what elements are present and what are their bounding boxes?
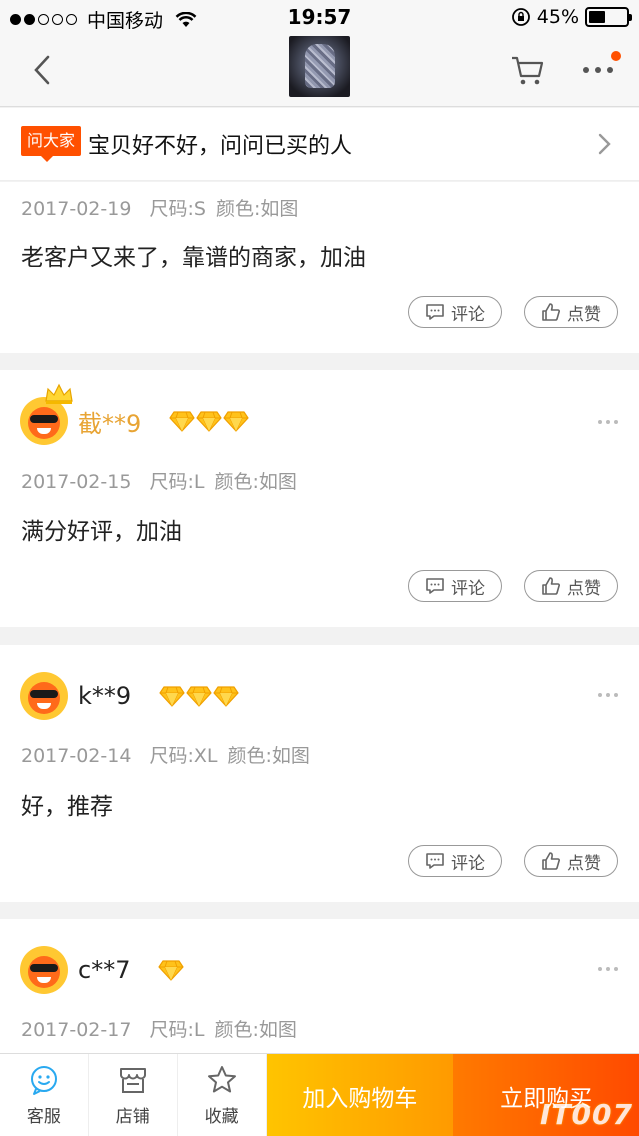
review-actions: 评论 点赞 — [408, 845, 618, 877]
shop-icon — [119, 1068, 146, 1093]
diamond-icon — [159, 686, 185, 707]
credit-diamonds — [158, 959, 185, 981]
favorite-label: 收藏 — [204, 1107, 239, 1127]
battery-icon — [585, 7, 632, 27]
more-icon[interactable] — [597, 691, 619, 699]
review-size: 尺码:L — [149, 1019, 205, 1041]
comment-label: 评论 — [451, 853, 485, 874]
status-bar: 中国移动 19:57 45% — [0, 0, 639, 36]
comment-label: 评论 — [451, 304, 485, 325]
thumbs-up-icon — [542, 577, 560, 595]
thumbs-up-icon — [542, 303, 560, 321]
product-thumbnail[interactable] — [289, 36, 350, 97]
comment-button[interactable]: 评论 — [408, 296, 502, 328]
crown-icon — [45, 383, 73, 404]
add-to-cart-button[interactable]: 加入购物车 — [266, 1054, 454, 1136]
favorite-button[interactable]: 收藏 — [178, 1054, 267, 1136]
cart-icon[interactable] — [510, 52, 546, 88]
like-button[interactable]: 点赞 — [524, 845, 618, 877]
comment-icon — [426, 304, 444, 320]
chat-bubble-icon — [30, 1066, 57, 1095]
review-card: c**7 2017-02-17 尺码:L 颜色:如图 — [0, 919, 639, 1053]
avatar[interactable] — [20, 946, 68, 994]
rotation-lock-icon — [511, 8, 530, 26]
shop-label: 店铺 — [115, 1107, 150, 1127]
diamond-icon — [213, 686, 239, 707]
bottom-action-bar: 客服 店铺 收藏 加入购物车 立即购买 IT007 — [0, 1053, 639, 1136]
review-card: 截**9 2017-02-15 尺码:L 颜色:如图 满分好评，加油 评论 点赞 — [0, 370, 639, 627]
comment-label: 评论 — [451, 578, 485, 599]
comment-button[interactable]: 评论 — [408, 845, 502, 877]
like-label: 点赞 — [567, 578, 601, 599]
review-size: 尺码:S — [149, 198, 206, 220]
more-icon[interactable] — [578, 58, 618, 82]
avatar[interactable] — [20, 383, 73, 445]
review-meta: 2017-02-19 尺码:S 颜色:如图 — [21, 194, 298, 221]
review-meta: 2017-02-14 尺码:XL 颜色:如图 — [21, 741, 310, 768]
review-date: 2017-02-19 — [21, 198, 132, 220]
review-actions: 评论 点赞 — [408, 296, 618, 328]
review-size: 尺码:L — [149, 471, 205, 493]
review-content: 满分好评，加油 — [21, 519, 182, 545]
more-icon[interactable] — [597, 965, 619, 973]
review-color: 颜色:如图 — [214, 471, 297, 493]
review-meta: 2017-02-15 尺码:L 颜色:如图 — [21, 467, 297, 494]
review-date: 2017-02-17 — [21, 1019, 132, 1041]
watermark: IT007 — [540, 1098, 633, 1131]
diamond-icon — [196, 411, 222, 432]
review-card: k**9 2017-02-14 尺码:XL 颜色:如图 好，推荐 评论 点赞 — [0, 645, 639, 902]
review-content: 老客户又来了，靠谱的商家，加油 — [21, 245, 366, 271]
status-right: 45% — [511, 6, 632, 28]
diamond-icon — [169, 411, 195, 432]
more-icon[interactable] — [597, 418, 619, 426]
customer-service-button[interactable]: 客服 — [0, 1054, 89, 1136]
like-button[interactable]: 点赞 — [524, 296, 618, 328]
credit-diamonds — [159, 685, 239, 707]
review-card: 2017-02-19 尺码:S 颜色:如图 老客户又来了，靠谱的商家，加油 评论… — [0, 182, 639, 353]
comment-icon — [426, 853, 444, 869]
diamond-icon — [186, 686, 212, 707]
notification-dot — [611, 51, 621, 61]
username: k**9 — [78, 682, 132, 710]
review-header: 截**9 — [20, 383, 249, 446]
star-icon — [207, 1066, 236, 1093]
like-label: 点赞 — [567, 304, 601, 325]
battery-percent: 45% — [536, 6, 579, 28]
review-date: 2017-02-15 — [21, 471, 132, 493]
chevron-left-icon — [34, 55, 50, 85]
review-actions: 评论 点赞 — [408, 570, 618, 602]
buy-now-button[interactable]: 立即购买 IT007 — [453, 1054, 639, 1136]
avatar[interactable] — [20, 672, 68, 720]
review-meta: 2017-02-17 尺码:L 颜色:如图 — [21, 1015, 297, 1042]
customer-service-label: 客服 — [26, 1107, 61, 1127]
review-color: 颜色:如图 — [227, 745, 310, 767]
back-button[interactable] — [22, 50, 62, 90]
nav-bar — [0, 36, 639, 107]
review-header: k**9 — [20, 671, 239, 721]
comment-button[interactable]: 评论 — [408, 570, 502, 602]
review-content: 好，推荐 — [21, 794, 113, 820]
review-date: 2017-02-14 — [21, 745, 132, 767]
like-label: 点赞 — [567, 853, 601, 874]
shop-button[interactable]: 店铺 — [89, 1054, 178, 1136]
review-size: 尺码:XL — [149, 745, 218, 767]
thumbs-up-icon — [542, 852, 560, 870]
review-color: 颜色:如图 — [214, 1019, 297, 1041]
ask-everyone-row[interactable]: 问大家 宝贝好不好，问问已买的人 — [0, 108, 639, 181]
review-header: c**7 — [20, 945, 185, 995]
chevron-right-icon — [598, 133, 611, 155]
username: 截**9 — [78, 409, 142, 438]
ask-badge: 问大家 — [21, 126, 82, 162]
username: c**7 — [78, 956, 131, 984]
review-page: 中国移动 19:57 45% 问大家 宝贝好不好，问问已买的人 2017-02-… — [0, 0, 639, 1136]
like-button[interactable]: 点赞 — [524, 570, 618, 602]
diamond-icon — [158, 960, 185, 981]
ask-text: 宝贝好不好，问问已买的人 — [88, 134, 353, 159]
diamond-icon — [223, 411, 249, 432]
credit-diamonds — [169, 410, 249, 432]
review-color: 颜色:如图 — [215, 198, 299, 220]
comment-icon — [426, 578, 444, 594]
